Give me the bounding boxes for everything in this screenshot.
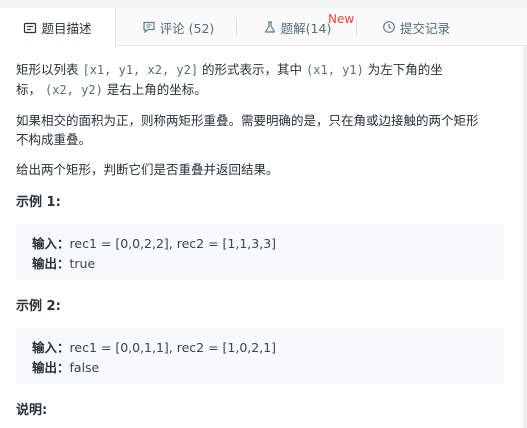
text-span: 为左下角的坐 <box>363 62 443 77</box>
clock-icon <box>382 20 396 34</box>
example-output-line: 输出：false <box>32 357 99 376</box>
text-span: 如果相交的面积为正，则称两矩形重叠。需要明确的是，只在角或边接触的两个矩形 <box>16 113 479 128</box>
tab-comments[interactable]: 评论 (52) <box>130 8 226 46</box>
text-span: 的形式表示，其中 <box>198 62 307 77</box>
tab-submissions[interactable]: 提交记录 <box>370 8 462 46</box>
input-label: 输入： <box>32 236 70 251</box>
output-label: 输出： <box>32 360 70 375</box>
tab-description[interactable]: 题目描述 <box>0 8 116 47</box>
input-value: rec1 = [0,0,1,1], rec2 = [1,0,2,1] <box>69 340 277 355</box>
problem-paragraph-1: 矩形以列表 [x1, y1, x2, y2] 的形式表示，其中 (x1, y1)… <box>16 60 496 100</box>
example-input-line: 输入：rec1 = [0,0,2,2], rec2 = [1,1,3,3] <box>32 233 276 252</box>
output-label: 输出： <box>32 256 70 271</box>
inline-code: [x1, y1, x2, y2] <box>82 63 199 77</box>
description-icon <box>23 21 37 35</box>
example-1-block: 输入：rec1 = [0,0,2,2], rec2 = [1,1,3,3] 输出… <box>16 224 504 280</box>
inline-code: (x1, y1) <box>306 63 364 77</box>
scrollbar[interactable] <box>523 46 527 428</box>
input-value: rec1 = [0,0,2,2], rec2 = [1,1,3,3] <box>69 236 277 251</box>
example-1-heading: 示例 1: <box>16 195 61 210</box>
output-value: false <box>69 360 100 375</box>
notes-heading: 说明: <box>16 403 48 418</box>
input-label: 输入： <box>32 340 70 355</box>
problem-paragraph-2: 如果相交的面积为正，则称两矩形重叠。需要明确的是，只在角或边接触的两个矩形 不构… <box>16 111 496 149</box>
tab-divider <box>356 19 357 35</box>
text-span: 不构成重叠。 <box>16 132 92 147</box>
flask-icon <box>263 20 277 34</box>
example-output-line: 输出：true <box>32 253 95 272</box>
text-span: 是右上角的坐标。 <box>102 82 207 97</box>
example-2-heading: 示例 2: <box>16 299 61 314</box>
top-strip <box>0 0 527 8</box>
inline-code: (x2, y2) <box>45 83 103 97</box>
tab-description-label: 题目描述 <box>41 21 92 36</box>
tab-bar: 题目描述 评论 (52) 题解(14) New 提交记录 <box>0 8 527 47</box>
problem-paragraph-3: 给出两个矩形，判断它们是否重叠并返回结果。 <box>16 160 496 179</box>
text-span: 标， <box>16 82 42 97</box>
tab-comments-label: 评论 (52) <box>159 20 215 36</box>
tab-submissions-label: 提交记录 <box>399 20 450 36</box>
example-2-block: 输入：rec1 = [0,0,1,1], rec2 = [1,0,2,1] 输出… <box>16 328 504 384</box>
text-span: 矩形以列表 <box>16 62 83 77</box>
example-input-line: 输入：rec1 = [0,0,1,1], rec2 = [1,0,2,1] <box>32 337 276 356</box>
output-value: true <box>69 256 96 271</box>
comment-icon <box>142 20 156 34</box>
text-span: 给出两个矩形，判断它们是否重叠并返回结果。 <box>16 162 279 177</box>
tab-divider <box>236 19 237 35</box>
tab-solutions-label: 题解(14) <box>280 20 332 36</box>
new-badge: New <box>328 12 355 26</box>
